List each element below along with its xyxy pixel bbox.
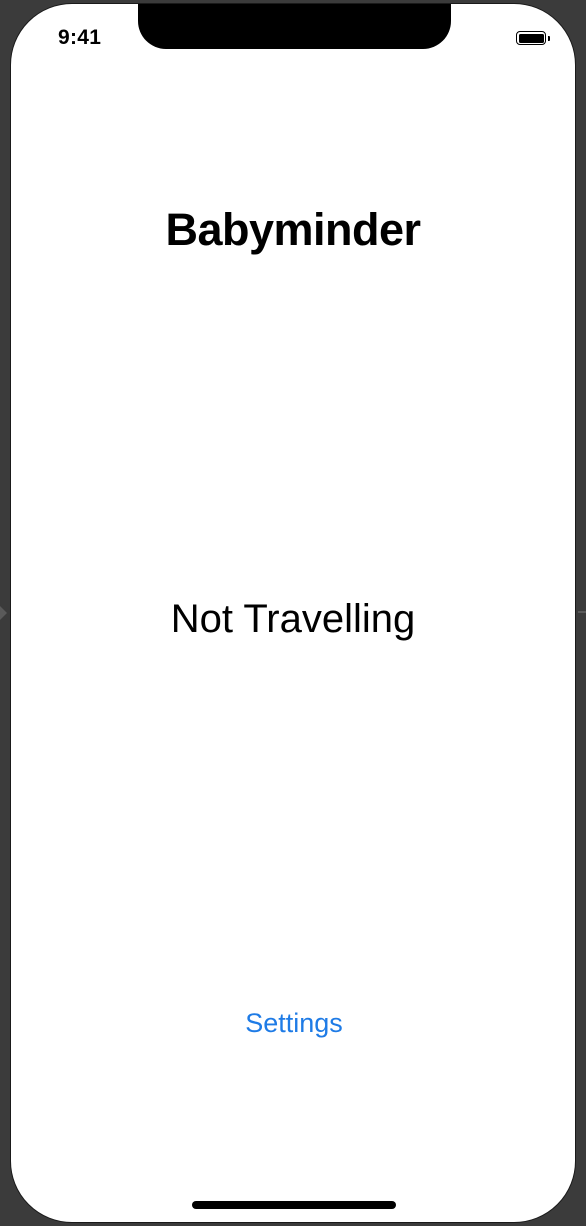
simulator-edge-marker <box>0 606 7 620</box>
phone-screen: 9:41 Babyminder Not Travelling Settings <box>10 3 576 1223</box>
battery-icon <box>516 31 546 45</box>
page-title: Babyminder <box>165 204 421 255</box>
simulator-edge-marker <box>578 611 586 613</box>
status-bar-time: 9:41 <box>58 26 102 49</box>
home-indicator[interactable] <box>192 1201 396 1209</box>
battery-level <box>518 33 544 43</box>
settings-button[interactable]: Settings <box>194 1004 394 1043</box>
device-frame: 9:41 Babyminder Not Travelling Settings <box>0 0 586 1226</box>
travel-status-label: Not Travelling <box>170 597 416 641</box>
device-notch <box>138 4 451 49</box>
battery-cap <box>548 36 550 41</box>
